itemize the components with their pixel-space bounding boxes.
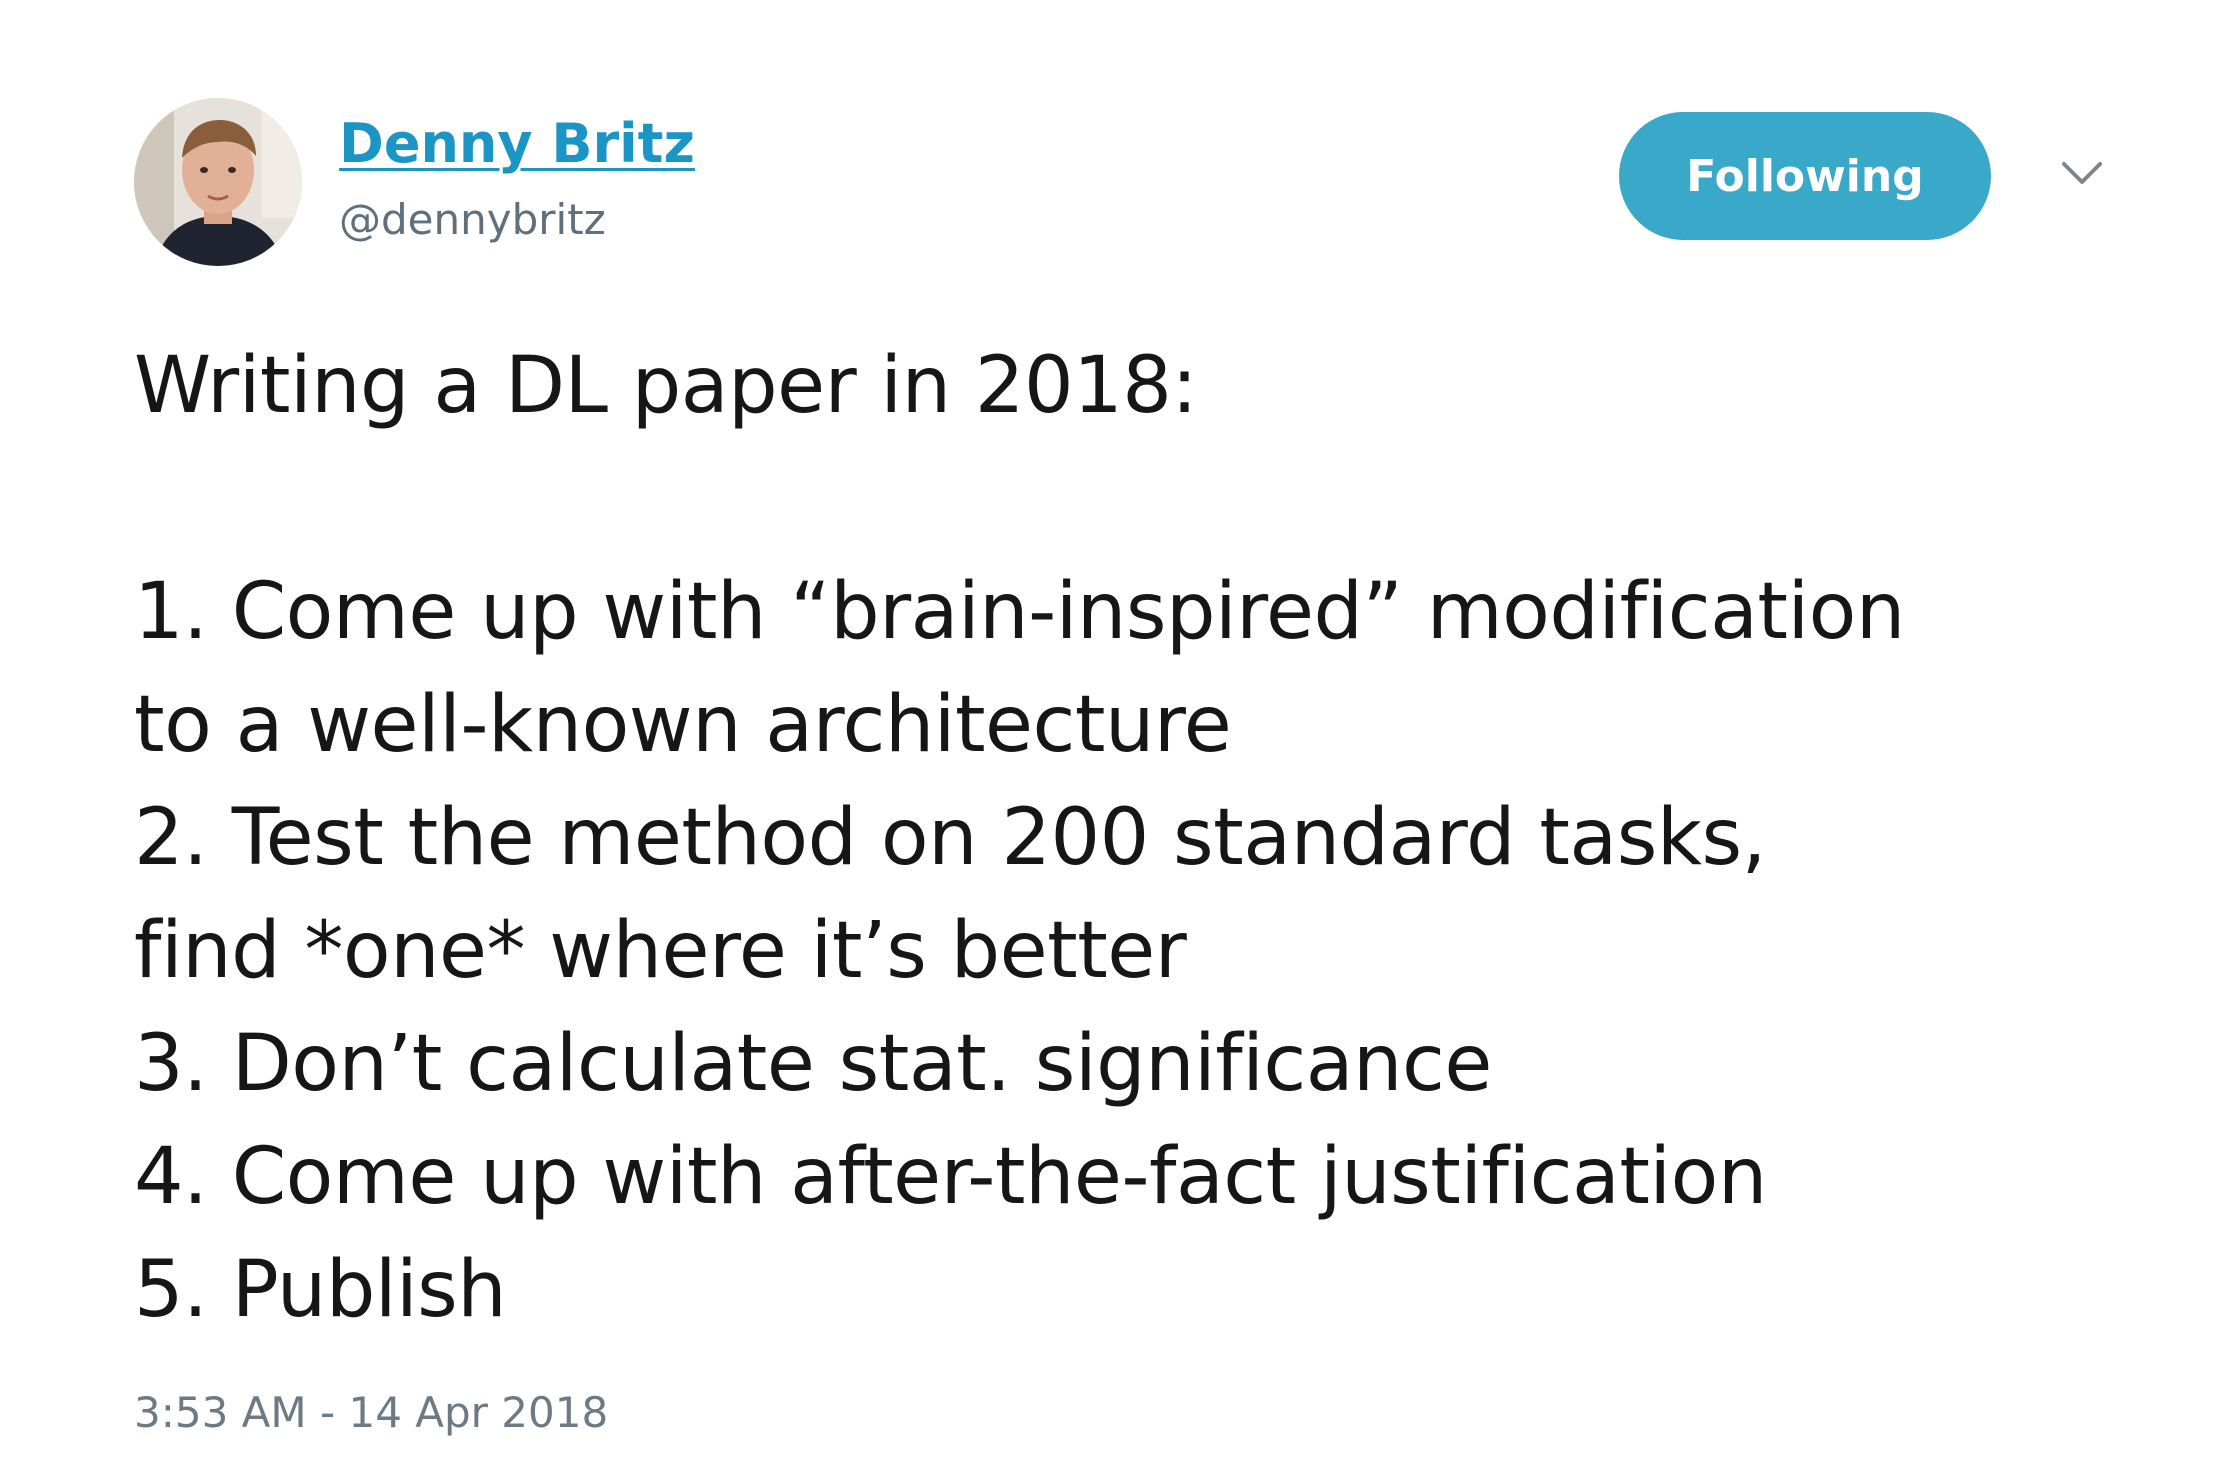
author-handle[interactable]: @dennybritz xyxy=(339,192,606,248)
avatar-photo xyxy=(134,98,302,266)
tweet-line: 1. Come up with “brain-inspired” modific… xyxy=(134,567,1905,657)
following-button[interactable]: Following xyxy=(1619,112,1991,240)
avatar[interactable] xyxy=(134,98,302,266)
tweet-line: find *one* where it’s better xyxy=(134,906,1187,996)
tweet-line: 3. Don’t calculate stat. significance xyxy=(134,1019,1492,1109)
chevron-down-icon[interactable] xyxy=(2060,158,2104,188)
author-display-name[interactable]: Denny Britz xyxy=(339,108,695,180)
tweet-line: Writing a DL paper in 2018: xyxy=(134,341,1198,431)
tweet-line: 5. Publish xyxy=(134,1245,507,1335)
tweet-line: to a well-known architecture xyxy=(134,680,1232,770)
tweet-line: 4. Come up with after-the-fact justifica… xyxy=(134,1132,1767,1222)
tweet-line: 2. Test the method on 200 standard tasks… xyxy=(134,793,1766,883)
tweet-timestamp[interactable]: 3:53 AM - 14 Apr 2018 xyxy=(134,1385,608,1441)
tweet-text: Writing a DL paper in 2018: 1. Come up w… xyxy=(134,330,2194,1347)
